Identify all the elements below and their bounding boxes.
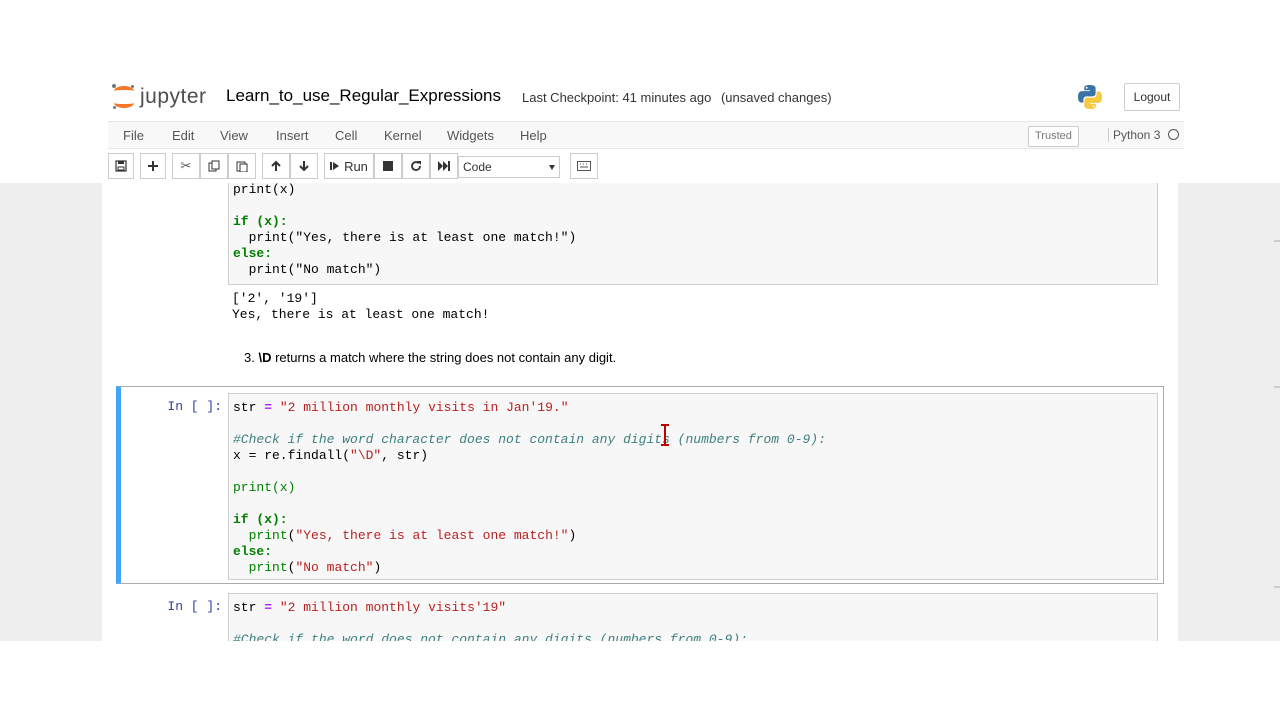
save-button[interactable] bbox=[108, 153, 134, 179]
jupyter-logo-icon bbox=[112, 84, 136, 110]
input-prompt: In [ ]: bbox=[167, 399, 222, 414]
keyboard-icon bbox=[577, 161, 591, 171]
code-string: "Yes, there is at least one match!" bbox=[295, 528, 569, 543]
scroll-mark bbox=[1274, 386, 1280, 388]
checkpoint-status: Last Checkpoint: 41 minutes ago (unsaved… bbox=[522, 90, 832, 105]
cell-type-select[interactable]: Code bbox=[458, 156, 560, 178]
code-cell-input[interactable]: str = "2 million monthly visits in Jan'1… bbox=[228, 393, 1158, 580]
toolbar: ✂ Run Code bbox=[108, 153, 1184, 181]
code-string: "2 million monthly visits in Jan'19." bbox=[279, 400, 569, 415]
output-line: Yes, there is at least one match! bbox=[232, 307, 490, 322]
menubar: File Edit View Insert Cell Kernel Widget… bbox=[108, 121, 1184, 149]
run-button[interactable]: Run bbox=[324, 153, 374, 179]
markdown-text: returns a match where the string does no… bbox=[275, 350, 617, 365]
scroll-mark bbox=[1274, 240, 1280, 242]
save-icon bbox=[115, 160, 127, 172]
checkpoint-text: Last Checkpoint: 41 minutes ago bbox=[522, 90, 712, 105]
kernel-name: Python 3 bbox=[1108, 128, 1160, 142]
code-line: print("No match") bbox=[233, 262, 382, 277]
menu-edit[interactable]: Edit bbox=[172, 128, 194, 143]
restart-icon bbox=[411, 161, 421, 171]
menu-widgets[interactable]: Widgets bbox=[447, 128, 494, 143]
notebook-header: jupyter Learn_to_use_Regular_Expressions… bbox=[0, 0, 1280, 183]
menu-file[interactable]: File bbox=[123, 128, 144, 143]
trusted-indicator[interactable]: Trusted bbox=[1028, 126, 1079, 147]
code-token: else: bbox=[233, 544, 273, 559]
notebook-container[interactable]: print(x) if (x): print("Yes, there is at… bbox=[102, 183, 1178, 641]
code-token: , str) bbox=[381, 448, 429, 463]
copy-icon bbox=[208, 160, 220, 172]
markdown-cell[interactable]: 3. \D returns a match where the string d… bbox=[244, 350, 616, 365]
logo-text: jupyter bbox=[140, 85, 207, 108]
arrow-up-icon bbox=[271, 160, 281, 171]
code-token: str bbox=[233, 400, 257, 415]
kernel-idle-icon bbox=[1168, 129, 1179, 140]
cell-output: ['2', '19'] Yes, there is at least one m… bbox=[232, 291, 489, 323]
output-line: ['2', '19'] bbox=[232, 291, 318, 306]
text-cursor-icon bbox=[661, 424, 669, 446]
code-comment: #Check if the word character does not co… bbox=[233, 432, 826, 447]
plus-icon bbox=[148, 161, 158, 171]
jupyter-logo[interactable]: jupyter bbox=[112, 82, 207, 112]
chevron-down-icon bbox=[549, 165, 555, 170]
code-editor[interactable]: print(x) if (x): print("Yes, there is at… bbox=[233, 183, 576, 278]
arrow-down-icon bbox=[299, 161, 309, 172]
cut-icon: ✂ bbox=[180, 158, 192, 173]
move-down-button[interactable] bbox=[290, 153, 318, 179]
notebook-name[interactable]: Learn_to_use_Regular_Expressions bbox=[226, 86, 501, 106]
menu-cell[interactable]: Cell bbox=[335, 128, 357, 143]
code-editor[interactable]: str = "2 million monthly visits in Jan'1… bbox=[233, 400, 826, 576]
code-line: else: bbox=[233, 246, 273, 261]
code-editor[interactable]: str = "2 million monthly visits'19" #Che… bbox=[233, 600, 748, 641]
list-number: 3. bbox=[244, 350, 255, 365]
paste-button[interactable] bbox=[228, 153, 256, 179]
menu-help[interactable]: Help bbox=[520, 128, 547, 143]
code-comment: #Check if the word does not contain any … bbox=[233, 632, 748, 641]
code-line: print(x) bbox=[233, 183, 296, 197]
menu-view[interactable]: View bbox=[220, 128, 248, 143]
code-string: "No match" bbox=[295, 560, 374, 575]
code-line: print("Yes, there is at least one match!… bbox=[233, 230, 577, 245]
insert-cell-button[interactable] bbox=[140, 153, 166, 179]
code-string: "\D" bbox=[350, 448, 382, 463]
python-logo-icon bbox=[1078, 85, 1102, 109]
code-line: if (x): bbox=[233, 214, 288, 229]
command-palette-button[interactable] bbox=[570, 153, 598, 179]
logout-button[interactable]: Logout bbox=[1124, 83, 1180, 111]
cut-button[interactable]: ✂ bbox=[172, 153, 200, 179]
code-cell-input[interactable]: str = "2 million monthly visits'19" #Che… bbox=[228, 593, 1158, 641]
paste-icon bbox=[236, 161, 248, 172]
unsaved-indicator: (unsaved changes) bbox=[720, 90, 832, 105]
stop-icon bbox=[383, 161, 393, 171]
fast-forward-icon bbox=[438, 161, 450, 171]
copy-button[interactable] bbox=[200, 153, 228, 179]
interrupt-button[interactable] bbox=[374, 153, 402, 179]
menu-kernel[interactable]: Kernel bbox=[384, 128, 422, 143]
code-token: if (x): bbox=[233, 512, 288, 527]
code-cell-input[interactable]: print(x) if (x): print("Yes, there is at… bbox=[228, 183, 1158, 285]
code-token: print(x) bbox=[233, 480, 296, 495]
scroll-mark bbox=[1274, 586, 1280, 588]
code-string: "2 million monthly visits'19" bbox=[279, 600, 507, 615]
cell-type-value: Code bbox=[463, 160, 492, 174]
code-token: x = re.findall( bbox=[233, 448, 351, 463]
move-up-button[interactable] bbox=[262, 153, 290, 179]
input-prompt: In [ ]: bbox=[167, 599, 222, 614]
run-label: Run bbox=[344, 158, 368, 174]
restart-button[interactable] bbox=[402, 153, 430, 179]
inline-code: \D bbox=[258, 350, 272, 365]
menu-insert[interactable]: Insert bbox=[276, 128, 309, 143]
step-forward-icon bbox=[330, 162, 340, 170]
restart-run-all-button[interactable] bbox=[430, 153, 458, 179]
